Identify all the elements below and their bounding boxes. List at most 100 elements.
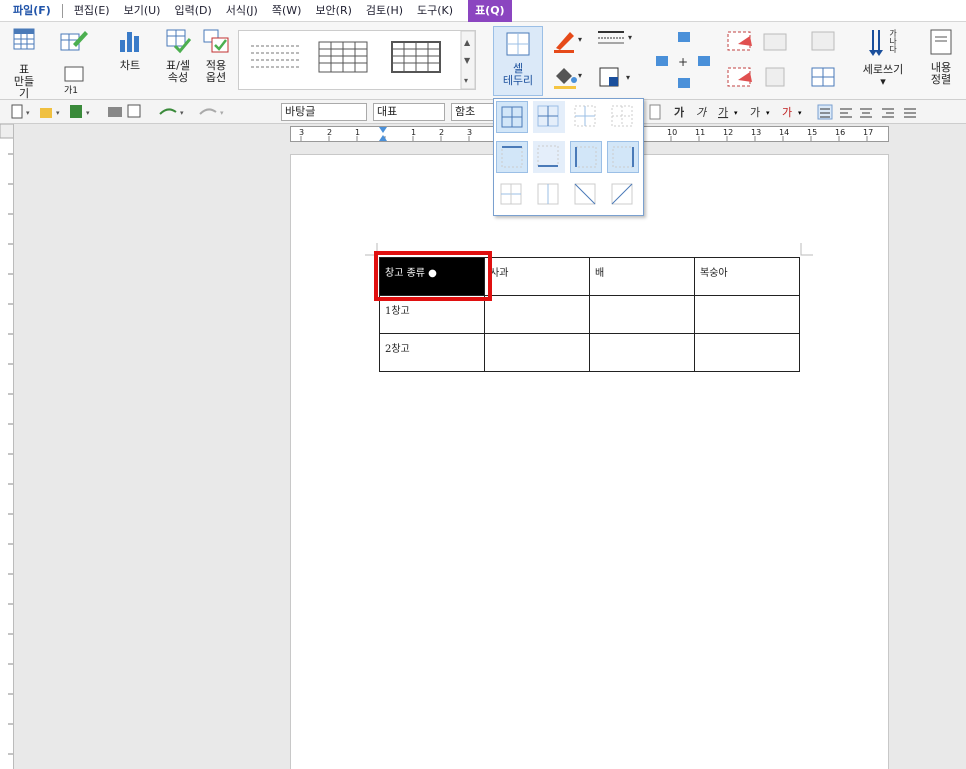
- bar-chart-icon: [120, 32, 139, 52]
- ruler-num: 2: [439, 128, 445, 137]
- table-cell[interactable]: 2창고: [379, 333, 485, 372]
- menu-file[interactable]: 파일(F): [6, 0, 58, 22]
- cell-border-dropdown: [493, 98, 644, 216]
- font-lang-combo[interactable]: 대표: [373, 103, 445, 121]
- table-cell[interactable]: 복숭아: [694, 257, 800, 296]
- ruler-num: 16: [835, 128, 846, 137]
- menu-tools[interactable]: 도구(K): [410, 0, 460, 22]
- border-all-option[interactable]: [496, 101, 528, 133]
- menu-page[interactable]: 쪽(W): [265, 0, 309, 22]
- ruler-num: 2: [327, 128, 333, 137]
- cell-shade-button[interactable]: ▾: [598, 66, 638, 92]
- menu-format[interactable]: 서식(J): [219, 0, 265, 22]
- border-inner-h-icon: [500, 183, 522, 205]
- table-row: 1창고: [379, 295, 800, 334]
- svg-text:+: +: [678, 55, 688, 69]
- border-inner-h-option[interactable]: [496, 179, 528, 211]
- apply-options-button[interactable]: 적용 옵션: [198, 28, 234, 94]
- cell-fill-button[interactable]: ▾: [548, 64, 588, 94]
- cell-border-button[interactable]: 셀 테두리: [493, 26, 543, 96]
- table-cell[interactable]: [694, 295, 800, 334]
- menu-view[interactable]: 보기(U): [117, 0, 168, 22]
- table-make-label2: 만들기: [13, 75, 35, 100]
- menu-edit[interactable]: 편집(E): [67, 0, 117, 22]
- chart-button[interactable]: 차트: [112, 28, 148, 88]
- text-format-icons[interactable]: 가 가 가 ▾ 가 ▾ 가 ▾: [646, 104, 964, 120]
- border-bottom-option[interactable]: [533, 141, 565, 173]
- svg-text:▾: ▾: [766, 109, 770, 117]
- border-none-option[interactable]: [607, 101, 639, 133]
- border-inside-option[interactable]: [570, 101, 602, 133]
- border-inner-option[interactable]: [533, 101, 565, 133]
- chart-label: 차트: [119, 59, 141, 72]
- merge-split-icons[interactable]: [724, 30, 794, 94]
- table-style-gallery[interactable]: ▲ ▼ ▾: [238, 30, 476, 90]
- ruler-num: 13: [751, 128, 762, 137]
- border-color-button[interactable]: ▾: [548, 28, 588, 58]
- svg-text:▲: ▲: [464, 38, 471, 47]
- border-inner-v-option[interactable]: [533, 179, 565, 211]
- menu-bar: 파일(F) 편집(E) 보기(U) 입력(D) 서식(J) 쪽(W) 보안(R)…: [0, 0, 966, 22]
- document-page[interactable]: [290, 154, 889, 769]
- table-cell[interactable]: [484, 295, 590, 334]
- content-align-button[interactable]: 내용 정렬: [920, 28, 962, 94]
- table-draw-button[interactable]: ▾: [52, 28, 99, 58]
- table-make-button[interactable]: 표 만들기: [10, 28, 38, 100]
- line-style-button[interactable]: ▾: [596, 28, 638, 52]
- table-cell[interactable]: [589, 333, 695, 372]
- table-properties-button[interactable]: 표/셀 속성: [160, 28, 196, 94]
- char-box-button[interactable]: 가1: [54, 66, 94, 96]
- border-top-option[interactable]: [496, 141, 528, 173]
- char-box-label: 가1: [64, 86, 79, 96]
- align-icon: [930, 29, 952, 55]
- border-diagonal-down-option[interactable]: [570, 179, 602, 211]
- svg-text:가: 가: [674, 105, 684, 119]
- app-window: 파일(F) 편집(E) 보기(U) 입력(D) 서식(J) 쪽(W) 보안(R)…: [0, 0, 966, 769]
- table-cell[interactable]: [694, 333, 800, 372]
- font-name-combo[interactable]: 함초: [451, 103, 493, 121]
- svg-text:▾: ▾: [628, 33, 632, 42]
- cell-border-icon: [506, 32, 530, 56]
- svg-text:▾: ▾: [626, 73, 630, 82]
- svg-text:▾: ▾: [734, 109, 738, 117]
- menu-input[interactable]: 입력(D): [167, 0, 218, 22]
- svg-text:▾: ▾: [578, 71, 582, 80]
- table-cell[interactable]: [484, 333, 590, 372]
- border-left-option[interactable]: [570, 141, 602, 173]
- vertical-ruler[interactable]: [0, 124, 14, 769]
- ruler-num: 17: [863, 128, 874, 137]
- border-inside-icon: [574, 105, 596, 127]
- table-cell[interactable]: 사과: [484, 257, 590, 296]
- menu-table[interactable]: 표(Q): [468, 0, 512, 22]
- ruler-num: 15: [807, 128, 818, 137]
- border-right-option[interactable]: [607, 141, 639, 173]
- line-style-icon: ▾: [598, 31, 632, 44]
- char-box-icon: [64, 66, 84, 82]
- border-all-icon: [501, 106, 523, 128]
- border-diagonal-up-option[interactable]: [607, 179, 639, 211]
- apply-label2: 옵션: [205, 71, 227, 84]
- table-cell[interactable]: 1창고: [379, 295, 485, 334]
- dropdown-arrow-icon: ▾: [880, 75, 886, 88]
- ruler-num: 3: [467, 128, 473, 137]
- table-style-icons: ▲ ▼ ▾: [251, 30, 476, 90]
- diagonal-down-icon: [574, 183, 596, 205]
- table-props-label2: 속성: [167, 71, 189, 84]
- insert-row-col-icons[interactable]: +: [654, 30, 714, 94]
- font-name-value: 함초: [455, 105, 476, 118]
- svg-text:가: 가: [750, 106, 760, 119]
- font-lang-value: 대표: [377, 105, 398, 118]
- table-cell[interactable]: [589, 295, 695, 334]
- svg-text:▾: ▾: [56, 109, 60, 117]
- standard-toolbar-icons[interactable]: ▾ ▾ ▾ ▾ ▾: [10, 104, 280, 120]
- vertical-write-button[interactable]: 가나다 세로쓰기 ▾: [856, 28, 910, 94]
- cell-split-icons[interactable]: [808, 30, 838, 94]
- style-combo[interactable]: 바탕글: [281, 103, 367, 121]
- menu-security[interactable]: 보안(R): [308, 0, 358, 22]
- menu-review[interactable]: 검토(H): [359, 0, 410, 22]
- border-top-icon: [501, 146, 523, 168]
- table-cell[interactable]: 배: [589, 257, 695, 296]
- ruler-num: 3: [299, 128, 305, 137]
- ruler-num: 11: [695, 128, 706, 137]
- diagonal-up-icon: [611, 183, 633, 205]
